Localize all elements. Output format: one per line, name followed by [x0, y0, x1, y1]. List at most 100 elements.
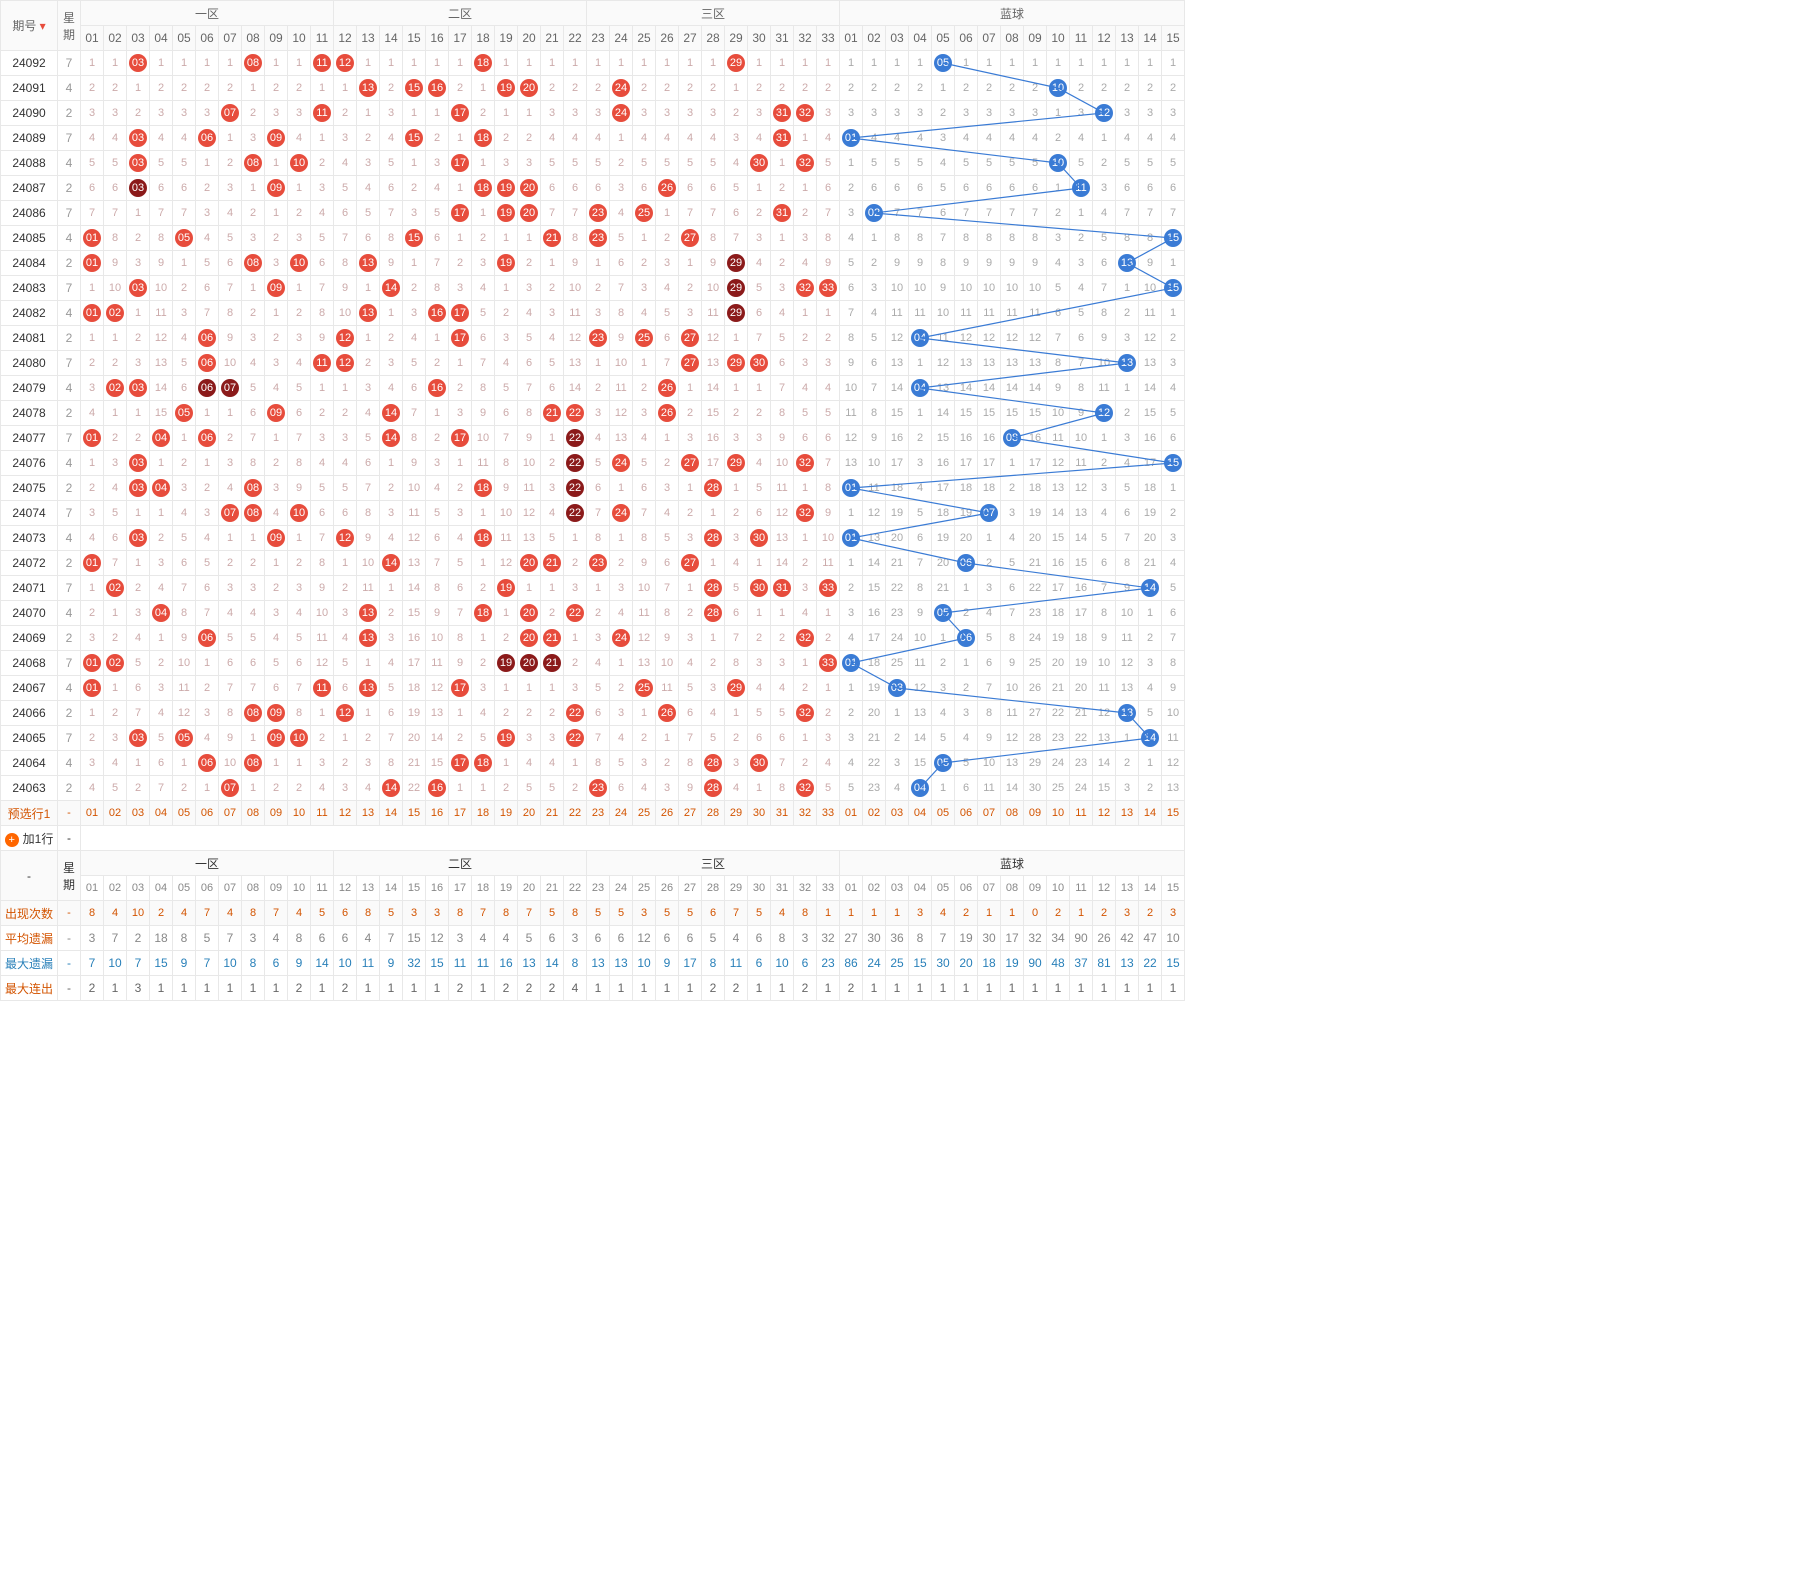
- red-miss: 2: [357, 726, 380, 751]
- red-hit: 20: [518, 176, 541, 201]
- red-miss: 2: [219, 76, 242, 101]
- preselect-red-24[interactable]: 24: [610, 801, 633, 826]
- red-miss: 2: [541, 601, 564, 626]
- preselect-red-09[interactable]: 09: [265, 801, 288, 826]
- preselect-red-04[interactable]: 04: [150, 801, 173, 826]
- blue-miss: 21: [863, 726, 886, 751]
- red-hit: 20: [518, 601, 541, 626]
- red-miss: 5: [794, 401, 817, 426]
- red-miss: 21: [403, 751, 426, 776]
- red-hit: 22: [564, 501, 587, 526]
- red-miss: 3: [748, 651, 771, 676]
- red-miss: 3: [104, 451, 127, 476]
- red-miss: 3: [794, 226, 817, 251]
- preselect-red-32[interactable]: 32: [794, 801, 817, 826]
- preselect-red-03[interactable]: 03: [127, 801, 150, 826]
- preselect-red-10[interactable]: 10: [288, 801, 311, 826]
- blue-miss: 11: [863, 476, 886, 501]
- preselect-red-30[interactable]: 30: [748, 801, 771, 826]
- red-hit: 31: [771, 201, 794, 226]
- red-miss: 3: [495, 151, 518, 176]
- red-hit: 21: [541, 551, 564, 576]
- preselect-blue-06[interactable]: 06: [955, 801, 978, 826]
- preselect-red-29[interactable]: 29: [725, 801, 748, 826]
- blue-miss: 1: [1162, 51, 1185, 76]
- preselect-blue-10[interactable]: 10: [1047, 801, 1070, 826]
- preselect-blue-15[interactable]: 15: [1162, 801, 1185, 826]
- preselect-red-18[interactable]: 18: [472, 801, 495, 826]
- preselect-red-23[interactable]: 23: [587, 801, 610, 826]
- preselect-red-33[interactable]: 33: [817, 801, 840, 826]
- preselect-red-11[interactable]: 11: [311, 801, 334, 826]
- red-col-10: 10: [288, 26, 311, 51]
- preselect-red-07[interactable]: 07: [219, 801, 242, 826]
- preselect-row[interactable]: 预选行1-01020304050607080910111213141516171…: [1, 801, 1185, 826]
- blue-miss: 13: [1024, 351, 1047, 376]
- preselect-blue-09[interactable]: 09: [1024, 801, 1047, 826]
- red-miss: 2: [127, 326, 150, 351]
- preselect-red-12[interactable]: 12: [334, 801, 357, 826]
- preselect-blue-05[interactable]: 05: [932, 801, 955, 826]
- red-miss: 9: [311, 326, 334, 351]
- blue-hit: 13: [1116, 351, 1139, 376]
- blue-miss: 1: [886, 701, 909, 726]
- col-period[interactable]: 期号 ▾: [1, 1, 58, 51]
- red-hit: 27: [679, 351, 702, 376]
- week-cell: 7: [58, 51, 81, 76]
- preselect-blue-02[interactable]: 02: [863, 801, 886, 826]
- data-row: 2406443416106100811323821151718144185328…: [1, 751, 1185, 776]
- blue-miss: 23: [1070, 751, 1093, 776]
- preselect-red-20[interactable]: 20: [518, 801, 541, 826]
- blue-miss: 8: [1024, 226, 1047, 251]
- preselect-blue-01[interactable]: 01: [840, 801, 863, 826]
- red-miss: 4: [104, 126, 127, 151]
- red-miss: 1: [265, 301, 288, 326]
- preselect-red-16[interactable]: 16: [426, 801, 449, 826]
- preselect-red-13[interactable]: 13: [357, 801, 380, 826]
- red-miss: 11: [150, 301, 173, 326]
- blue-miss: 17: [1024, 451, 1047, 476]
- blue-miss: 3: [955, 701, 978, 726]
- red-miss: 3: [334, 776, 357, 801]
- preselect-red-06[interactable]: 06: [196, 801, 219, 826]
- blue-miss: 2: [1001, 476, 1024, 501]
- preselect-blue-04[interactable]: 04: [909, 801, 932, 826]
- red-col-25: 25: [633, 26, 656, 51]
- preselect-blue-12[interactable]: 12: [1093, 801, 1116, 826]
- preselect-red-27[interactable]: 27: [679, 801, 702, 826]
- red-miss: 3: [541, 101, 564, 126]
- blue-hit: 11: [1070, 176, 1093, 201]
- preselect-red-01[interactable]: 01: [81, 801, 104, 826]
- red-miss: 8: [817, 226, 840, 251]
- preselect-blue-07[interactable]: 07: [978, 801, 1001, 826]
- blue-miss: 15: [1093, 776, 1116, 801]
- preselect-red-08[interactable]: 08: [242, 801, 265, 826]
- preselect-red-31[interactable]: 31: [771, 801, 794, 826]
- blue-miss: 7: [840, 301, 863, 326]
- preselect-red-14[interactable]: 14: [380, 801, 403, 826]
- blue-hit: 06: [955, 551, 978, 576]
- preselect-red-17[interactable]: 17: [449, 801, 472, 826]
- preselect-red-19[interactable]: 19: [495, 801, 518, 826]
- red-miss: 17: [702, 451, 725, 476]
- preselect-red-25[interactable]: 25: [633, 801, 656, 826]
- preselect-red-21[interactable]: 21: [541, 801, 564, 826]
- preselect-blue-13[interactable]: 13: [1116, 801, 1139, 826]
- red-miss: 1: [541, 251, 564, 276]
- preselect-blue-03[interactable]: 03: [886, 801, 909, 826]
- red-miss: 1: [104, 601, 127, 626]
- preselect-red-22[interactable]: 22: [564, 801, 587, 826]
- blue-miss: 9: [932, 276, 955, 301]
- preselect-blue-14[interactable]: 14: [1139, 801, 1162, 826]
- preselect-blue-11[interactable]: 11: [1070, 801, 1093, 826]
- blue-miss: 23: [863, 776, 886, 801]
- preselect-red-05[interactable]: 05: [173, 801, 196, 826]
- blue-miss: 6: [978, 176, 1001, 201]
- preselect-red-28[interactable]: 28: [702, 801, 725, 826]
- preselect-red-15[interactable]: 15: [403, 801, 426, 826]
- preselect-blue-08[interactable]: 08: [1001, 801, 1024, 826]
- red-col-19: 19: [495, 26, 518, 51]
- preselect-red-26[interactable]: 26: [656, 801, 679, 826]
- preselect-red-02[interactable]: 02: [104, 801, 127, 826]
- add-row[interactable]: +加1行-: [1, 826, 1185, 851]
